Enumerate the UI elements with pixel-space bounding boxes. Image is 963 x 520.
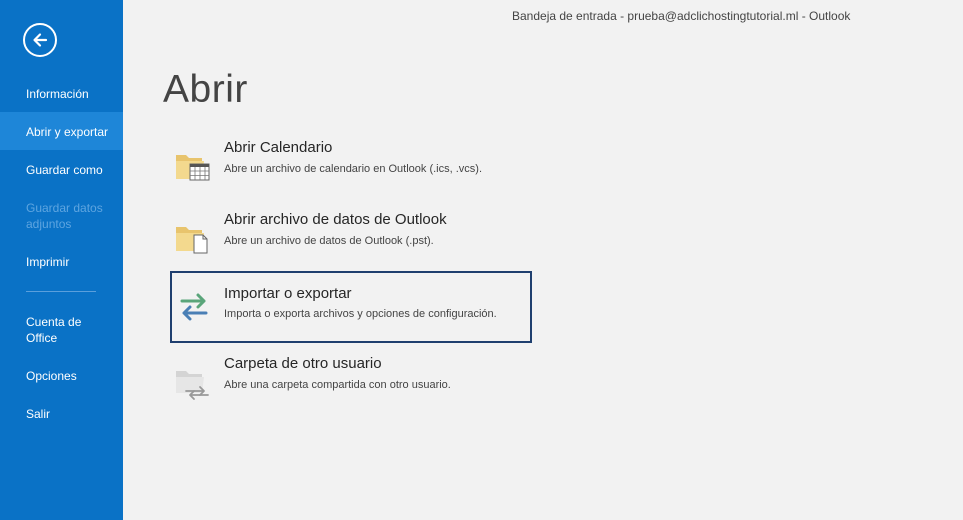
option-label: Carpeta de otro usuario — [224, 355, 382, 372]
option-description: Abre un archivo de datos de Outlook (.ps… — [224, 235, 434, 247]
nav-divider — [26, 291, 96, 292]
back-button[interactable] — [23, 23, 57, 57]
option-description: Importa o exporta archivos y opciones de… — [224, 308, 497, 320]
import-export-arrows-icon — [180, 293, 208, 321]
nav-item-imprimir[interactable]: Imprimir — [0, 254, 123, 270]
page-title: Abrir — [163, 68, 248, 111]
open-data-file-option[interactable]: Abrir archivo de datos de Outlook Abre u… — [170, 203, 532, 275]
nav-item-opciones[interactable]: Opciones — [0, 368, 123, 384]
shared-folder-icon — [176, 371, 209, 400]
option-description: Abre un archivo de calendario en Outlook… — [224, 163, 483, 175]
nav-item-guardar-adjuntos: Guardar datos adjuntos — [26, 201, 103, 231]
open-calendar-option[interactable]: Abrir Calendario Abre un archivo de cale… — [170, 131, 532, 203]
other-user-folder-option[interactable]: Carpeta de otro usuario Abre una carpeta… — [170, 347, 532, 419]
nav-item-abrir-exportar[interactable]: Abrir y exportar — [0, 112, 123, 150]
option-label: Abrir archivo de datos de Outlook — [224, 211, 447, 228]
nav-item-guardar-como[interactable]: Guardar como — [0, 162, 123, 178]
folder-file-icon — [176, 227, 208, 254]
back-arrow-icon — [33, 33, 48, 47]
nav-item-cuenta-office[interactable]: Cuenta de Office — [0, 314, 123, 346]
folder-calendar-icon — [176, 155, 210, 181]
nav-item-salir[interactable]: Salir — [0, 406, 123, 422]
option-label: Abrir Calendario — [224, 139, 333, 156]
option-description: Abre una carpeta compartida con otro usu… — [224, 379, 451, 391]
backstage-sidebar: Información Abrir y exportar Guardar com… — [0, 0, 123, 520]
nav-item-informacion[interactable]: Información — [0, 86, 123, 102]
window-title: Bandeja de entrada - prueba@adclichostin… — [512, 9, 851, 23]
import-export-option[interactable]: Importar o exportar Importa o exporta ar… — [170, 271, 532, 343]
option-label: Importar o exportar — [224, 285, 352, 302]
